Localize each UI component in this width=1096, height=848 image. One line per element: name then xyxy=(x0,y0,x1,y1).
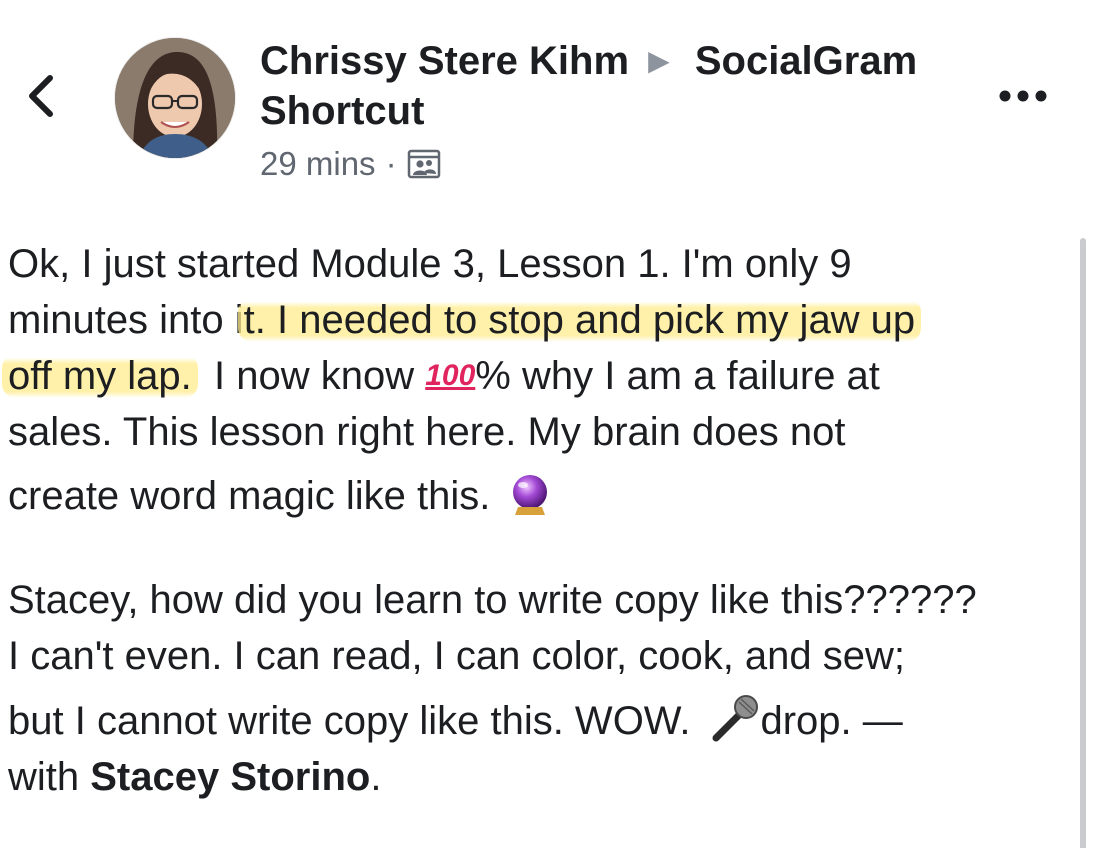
post-text: drop. — xyxy=(760,699,903,743)
avatar[interactable] xyxy=(115,38,235,158)
post-body: Ok, I just started Module 3, Lesson 1. I… xyxy=(2,236,1068,805)
microphone-icon xyxy=(712,695,759,742)
highlighted-text: off my lap. xyxy=(2,354,198,398)
more-dots-icon xyxy=(999,90,1047,102)
back-button[interactable] xyxy=(18,66,66,126)
crystal-ball-icon xyxy=(513,475,548,515)
hundred-points-icon: 100 xyxy=(425,359,476,392)
scrollbar[interactable] xyxy=(1080,238,1086,848)
post-text: % why I am a failure at xyxy=(475,354,880,398)
post-text: create word magic like this. xyxy=(8,474,491,518)
post-line: off my lap. I now know 100% why I am a f… xyxy=(2,348,1068,404)
author-line: Chrissy Stere Kihm ▶ SocialGram Shortcut xyxy=(260,36,960,136)
post-text: I now know xyxy=(191,354,426,398)
tagged-user-link[interactable]: Stacey Storino xyxy=(90,755,370,799)
group-audience-icon xyxy=(407,149,440,179)
post-meta: 29 mins · xyxy=(260,142,960,186)
post-line: sales. This lesson right here. My brain … xyxy=(8,410,846,454)
post-paragraph-1: Ok, I just started Module 3, Lesson 1. I… xyxy=(2,236,1068,524)
post-line: create word magic like this. xyxy=(8,468,1068,524)
post-text: minutes into i xyxy=(8,298,244,342)
post-text: . xyxy=(370,755,382,799)
timestamp[interactable]: 29 mins xyxy=(260,142,376,186)
post-line: Ok, I just started Module 3, Lesson 1. I… xyxy=(8,242,852,286)
post-line: minutes into it. I needed to stop and pi… xyxy=(8,292,1068,348)
post-paragraph-2: Stacey, how did you learn to write copy … xyxy=(8,572,1068,805)
right-triangle-icon: ▶ xyxy=(648,45,670,76)
meta-separator: · xyxy=(385,145,397,182)
post-text: but I cannot write copy like this. WOW. xyxy=(8,699,691,743)
more-options-button[interactable] xyxy=(996,78,1050,114)
post-text: with xyxy=(8,755,91,799)
post-line: I can't even. I can read, I can color, c… xyxy=(8,634,906,678)
highlighted-text: t. I needed to stop and pick my jaw up xyxy=(237,298,922,342)
avatar-photo xyxy=(115,38,235,158)
post-header: Chrissy Stere Kihm ▶ SocialGram Shortcut… xyxy=(260,36,960,186)
post-line: Stacey, how did you learn to write copy … xyxy=(8,578,977,622)
post-line: but I cannot write copy like this. WOW. … xyxy=(8,692,1068,749)
chevron-left-icon xyxy=(29,75,53,117)
author-name[interactable]: Chrissy Stere Kihm xyxy=(260,39,629,83)
post-line: with Stacey Storino. xyxy=(8,749,1068,805)
